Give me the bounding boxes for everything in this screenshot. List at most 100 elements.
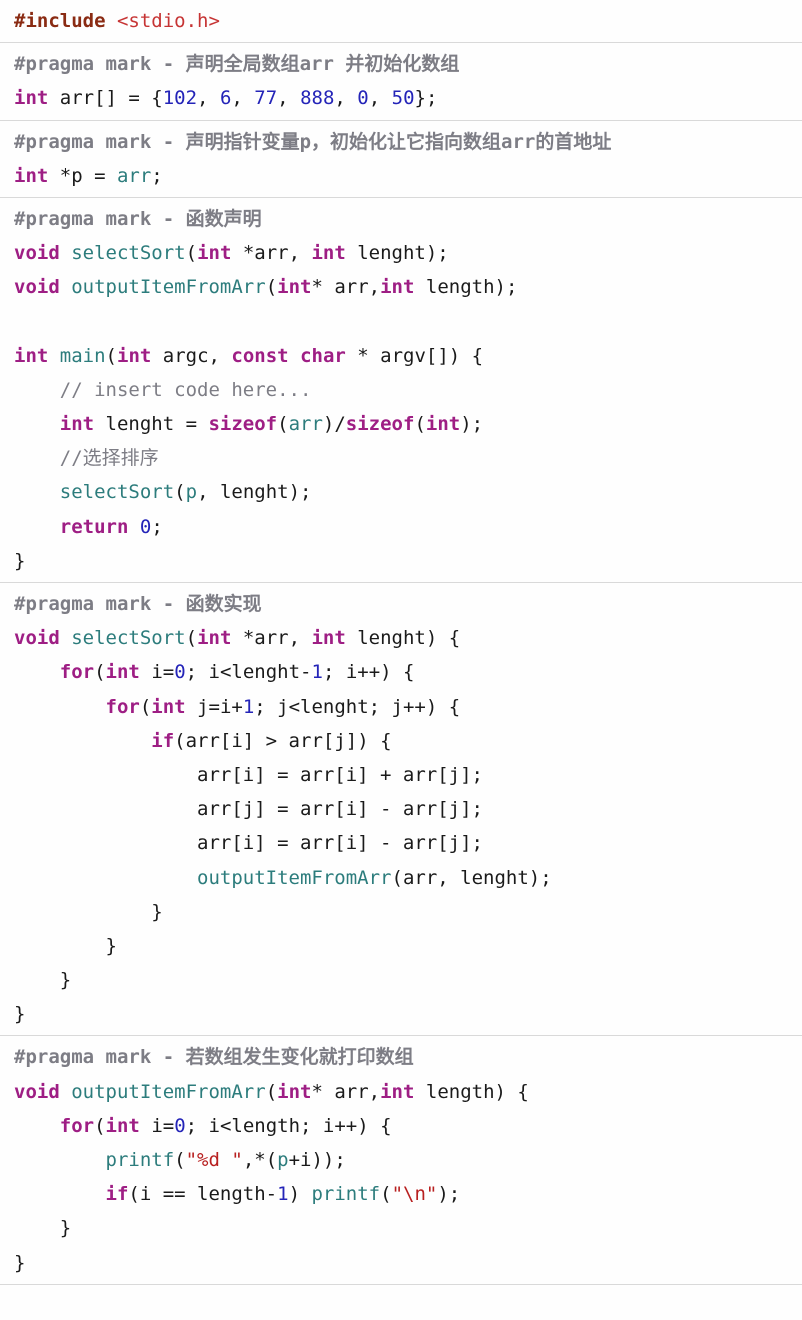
str-literal: "\n" [392,1183,438,1205]
pragma-comment: #pragma mark - 函数声明 [14,208,262,230]
num-literal: 0 [140,516,151,538]
fn-printf: printf [106,1149,175,1171]
kw-void: void [14,242,60,264]
code-text: ( [277,413,288,435]
type-int: int [197,242,231,264]
code-text: ( [94,1115,105,1137]
code-text: ( [140,696,151,718]
code-text [60,276,71,298]
code-text: , [277,87,300,109]
code-block-6: #pragma mark - 若数组发生变化就打印数组 void outputI… [0,1035,802,1284]
code-text: ,*( [243,1149,277,1171]
code-text: ; i++) { [323,661,415,683]
num-literal: 1 [243,696,254,718]
fn-printf: printf [311,1183,380,1205]
code-text: ; i<lenght- [186,661,312,683]
code-text: } [14,1003,25,1025]
code-text: arr[i] = arr[i] + arr[j]; [14,764,483,786]
code-text: ); [460,413,483,435]
code-text: lenght = [94,413,208,435]
fn-main: main [60,345,106,367]
code-text: length); [414,276,517,298]
type-int: int [106,1115,140,1137]
code-text [60,1081,71,1103]
num-literal: 77 [254,87,277,109]
code-text: ( [380,1183,391,1205]
code-text: , lenght); [197,481,311,503]
code-text: j=i+ [186,696,243,718]
code-text: } [14,1252,25,1274]
code-text [14,379,60,401]
code-text: arr[j] = arr[i] - arr[j]; [14,798,483,820]
type-int: int [14,165,48,187]
fn-output: outputItemFromArr [71,1081,265,1103]
code-text: (arr, lenght); [392,867,552,889]
code-text: arr[i] = arr[i] - arr[j]; [14,832,483,854]
num-literal: 1 [312,661,323,683]
kw-for: for [60,1115,94,1137]
num-literal: 0 [357,87,368,109]
code-text: *p = [48,165,117,187]
kw-sizeof: sizeof [208,413,277,435]
kw-const: const [231,345,288,367]
kw-if: if [106,1183,129,1205]
type-int: int [311,627,345,649]
code-text: ; [151,165,162,187]
code-text [14,413,60,435]
code-block-2: #pragma mark - 声明全局数组arr 并初始化数组 int arr[… [0,42,802,120]
fn-selectSort: selectSort [71,627,185,649]
type-int: int [117,345,151,367]
code-text: } [14,1217,71,1239]
kw-void: void [14,1081,60,1103]
code-text [289,345,300,367]
code-text [14,867,197,889]
num-literal: 0 [174,661,185,683]
code-text [60,242,71,264]
type-int: int [311,242,345,264]
type-int: int [14,345,48,367]
code-text: ( [174,481,185,503]
kw-void: void [14,276,60,298]
code-text: ) [289,1183,312,1205]
code-text: *arr, [231,242,311,264]
code-text: }; [415,87,438,109]
comment: // insert code here... [60,379,312,401]
code-text: } [14,935,117,957]
kw-void: void [14,627,60,649]
kw-for: for [60,661,94,683]
code-text: arr[] = { [48,87,162,109]
var-p: p [277,1149,288,1171]
var-arr: arr [117,165,151,187]
code-text: ( [186,627,197,649]
comment: //选择排序 [60,447,159,469]
code-text: , [334,87,357,109]
code-text: ( [186,242,197,264]
code-text: lenght) { [346,627,460,649]
code-text: argc, [151,345,231,367]
num-literal: 102 [163,87,197,109]
code-text [128,516,139,538]
code-text: lenght); [346,242,449,264]
code-block-4: #pragma mark - 函数声明 void selectSort(int … [0,197,802,583]
str-literal: "%d " [186,1149,243,1171]
num-literal: 0 [174,1115,185,1137]
type-int: int [380,276,414,298]
code-text: ( [266,276,277,298]
code-text: , [197,87,220,109]
code-text: +i)); [289,1149,346,1171]
num-literal: 1 [277,1183,288,1205]
code-text: , [369,87,392,109]
kw-if: if [151,730,174,752]
type-int: int [426,413,460,435]
code-text [14,1149,106,1171]
cpp-include-path: <stdio.h> [117,10,220,32]
code-text: , [231,87,254,109]
code-text [14,447,60,469]
type-int: int [60,413,94,435]
code-text: ; j<lenght; j++) { [254,696,460,718]
code-text: length) { [414,1081,528,1103]
fn-output: outputItemFromArr [71,276,265,298]
code-text: *arr, [231,627,311,649]
code-text: ; [151,516,162,538]
code-text [14,696,106,718]
